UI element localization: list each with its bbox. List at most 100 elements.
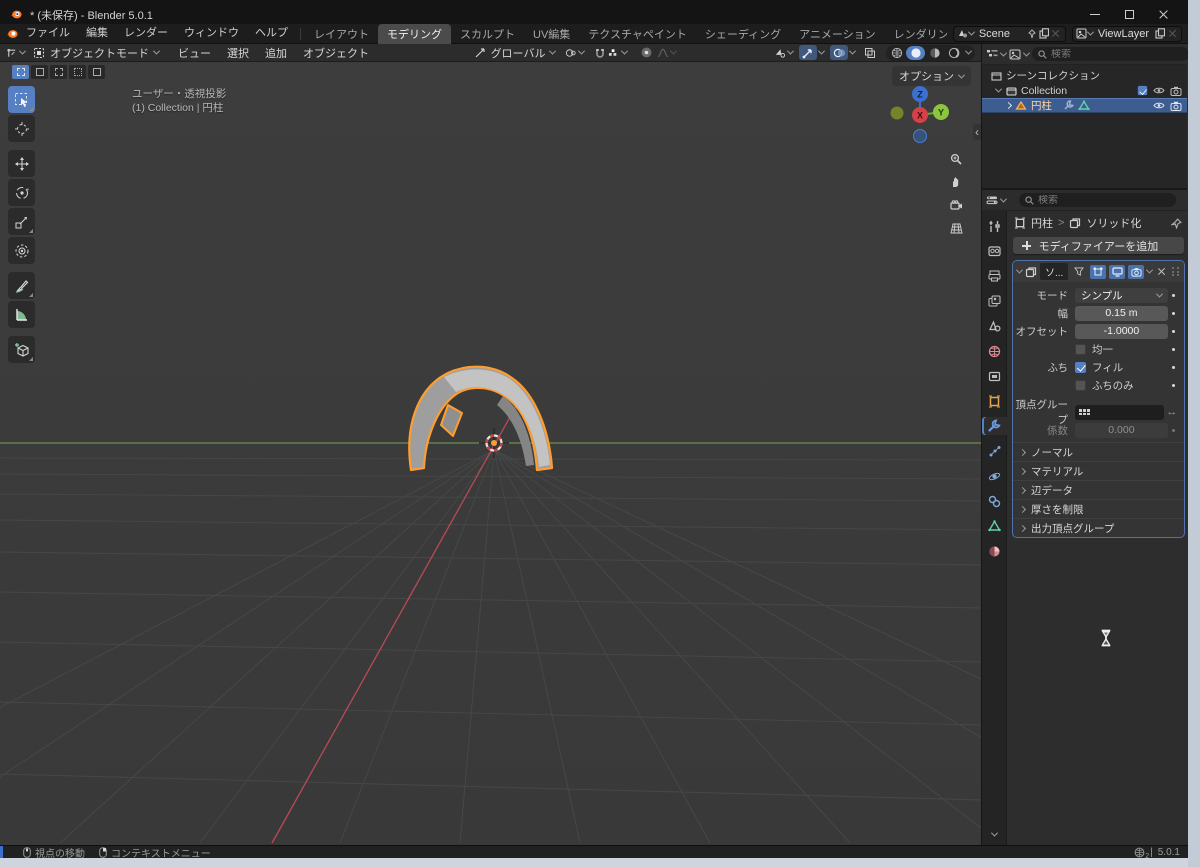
modifier-extras-chevron[interactable] <box>1146 267 1153 274</box>
toggle-perspective-icon[interactable] <box>947 219 965 237</box>
width-field[interactable]: 0.15 m <box>1075 306 1168 321</box>
tab-tool[interactable] <box>982 217 1007 235</box>
tab-animation[interactable]: アニメーション <box>790 24 885 44</box>
tab-particles[interactable] <box>982 442 1007 460</box>
select-subtract-button[interactable] <box>50 65 67 79</box>
tab-material[interactable] <box>982 542 1007 560</box>
tab-physics[interactable] <box>982 467 1007 485</box>
menu-select[interactable]: 選択 <box>220 45 256 61</box>
properties-search-input[interactable] <box>1038 195 1170 206</box>
invert-vertex-group-button[interactable]: ↔ <box>1164 406 1180 418</box>
tab-output[interactable] <box>982 267 1007 285</box>
tab-render[interactable] <box>982 242 1007 260</box>
tab-collection[interactable] <box>982 367 1007 385</box>
pin-icon[interactable] <box>1026 28 1038 40</box>
tool-cursor[interactable] <box>8 115 35 142</box>
add-modifier-button[interactable]: モディファイアーを追加 <box>1013 237 1184 254</box>
tool-scale[interactable] <box>8 208 35 235</box>
tab-texture-paint[interactable]: テクスチャペイント <box>579 24 696 44</box>
menu-render[interactable]: レンダー <box>116 24 176 43</box>
select-intersect-button[interactable] <box>88 65 105 79</box>
only-rim-checkbox[interactable] <box>1075 380 1086 391</box>
tool-annotate[interactable] <box>8 272 35 299</box>
tabs-overflow-chevron[interactable] <box>990 830 997 837</box>
close-button[interactable] <box>1146 6 1180 24</box>
shading-material-button[interactable] <box>925 46 944 60</box>
outliner-search[interactable] <box>1032 47 1188 61</box>
sidebar-toggle[interactable]: ‹ <box>973 124 981 140</box>
outliner-editor-icon[interactable] <box>986 48 998 60</box>
shading-wireframe-button[interactable] <box>887 46 906 60</box>
section-materials[interactable]: マテリアル <box>1013 461 1184 480</box>
pivot-point-icon[interactable] <box>565 47 577 59</box>
menu-add[interactable]: 追加 <box>258 45 294 61</box>
modifier-name-field[interactable]: ソ... <box>1040 263 1068 280</box>
collection-exclude-checkbox[interactable] <box>1138 86 1147 95</box>
tab-world[interactable] <box>982 342 1007 360</box>
section-output-vertex-groups[interactable]: 出力頂点グループ <box>1013 518 1184 537</box>
modifier-editmode-toggle[interactable] <box>1090 265 1106 279</box>
tab-modifiers[interactable] <box>982 417 1007 435</box>
outliner-search-input[interactable] <box>1051 49 1183 60</box>
object-expand-icon[interactable] <box>1005 102 1012 109</box>
proportional-editing-icon[interactable] <box>637 45 655 60</box>
maximize-button[interactable] <box>1112 6 1146 24</box>
panel-collapse-chevron[interactable] <box>1016 267 1023 274</box>
modifier-close-icon[interactable] <box>1155 266 1167 278</box>
editor-type-icon[interactable] <box>6 47 18 59</box>
select-extend-button[interactable] <box>31 65 48 79</box>
keyframe-dot[interactable] <box>1168 429 1180 432</box>
object-visibility-icon[interactable] <box>774 47 786 59</box>
collection-eye-icon[interactable] <box>1153 85 1165 97</box>
object-eye-icon[interactable] <box>1153 100 1165 112</box>
new-scene-icon[interactable] <box>1038 28 1050 40</box>
tool-measure[interactable] <box>8 301 35 328</box>
mesh-object-cylinder[interactable] <box>409 367 552 470</box>
tab-constraints[interactable] <box>982 492 1007 510</box>
menu-object[interactable]: オブジェクト <box>296 45 376 61</box>
tool-select-box[interactable] <box>8 86 35 113</box>
mode-selector[interactable]: オブジェクトモード <box>47 45 152 61</box>
network-status-icon[interactable]: 2 <box>1134 847 1145 858</box>
modifier-panel-header[interactable]: ソ... <box>1013 261 1184 282</box>
select-set-button[interactable] <box>12 65 29 79</box>
collection-expand-icon[interactable] <box>995 86 1002 93</box>
section-thickness-clamp[interactable]: 厚さを制限 <box>1013 499 1184 518</box>
properties-editor-icon[interactable] <box>986 194 998 206</box>
tab-view-layer[interactable] <box>982 292 1007 310</box>
breadcrumb-object[interactable]: 円柱 <box>1031 215 1053 231</box>
modifier-drag-handle[interactable] <box>1172 267 1180 276</box>
keyframe-dot[interactable] <box>1168 384 1180 387</box>
tab-scene[interactable] <box>982 317 1007 335</box>
zoom-icon[interactable] <box>947 150 965 168</box>
mode-dropdown[interactable]: シンプル <box>1075 288 1168 303</box>
collection-render-icon[interactable] <box>1170 85 1182 97</box>
minimize-button[interactable] <box>1078 6 1112 24</box>
tab-uv-editing[interactable]: UV編集 <box>524 24 579 44</box>
tab-modeling[interactable]: モデリング <box>378 24 451 44</box>
tool-rotate[interactable] <box>8 179 35 206</box>
orientation-selector[interactable]: グローバル <box>488 45 549 61</box>
camera-view-icon[interactable] <box>947 196 965 214</box>
modifier-on-cage-toggle[interactable] <box>1071 265 1087 279</box>
vertex-group-field[interactable] <box>1075 405 1164 420</box>
navigation-gizmo[interactable]: Z X Y <box>887 84 953 150</box>
keyframe-dot[interactable] <box>1168 330 1180 333</box>
menu-view[interactable]: ビュー <box>171 45 218 61</box>
keyframe-dot[interactable] <box>1168 312 1180 315</box>
modifier-render-toggle[interactable] <box>1128 265 1144 279</box>
even-thickness-checkbox[interactable] <box>1075 344 1086 355</box>
tool-transform[interactable] <box>8 237 35 264</box>
blender-menu-icon[interactable] <box>6 28 18 40</box>
tab-rendering[interactable]: レンダリング <box>885 24 947 44</box>
snap-target-icon[interactable] <box>608 47 620 59</box>
modifier-realtime-toggle[interactable] <box>1109 265 1125 279</box>
shading-solid-button[interactable] <box>906 46 925 60</box>
keyframe-dot[interactable] <box>1168 294 1180 297</box>
menu-help[interactable]: ヘルプ <box>247 24 296 43</box>
tab-object-data[interactable] <box>982 517 1007 535</box>
section-edge-data[interactable]: 辺データ <box>1013 480 1184 499</box>
snap-magnet-icon[interactable] <box>594 47 606 59</box>
breadcrumb-modifier[interactable]: ソリッド化 <box>1086 215 1141 231</box>
row-collection[interactable]: Collection <box>982 83 1187 98</box>
